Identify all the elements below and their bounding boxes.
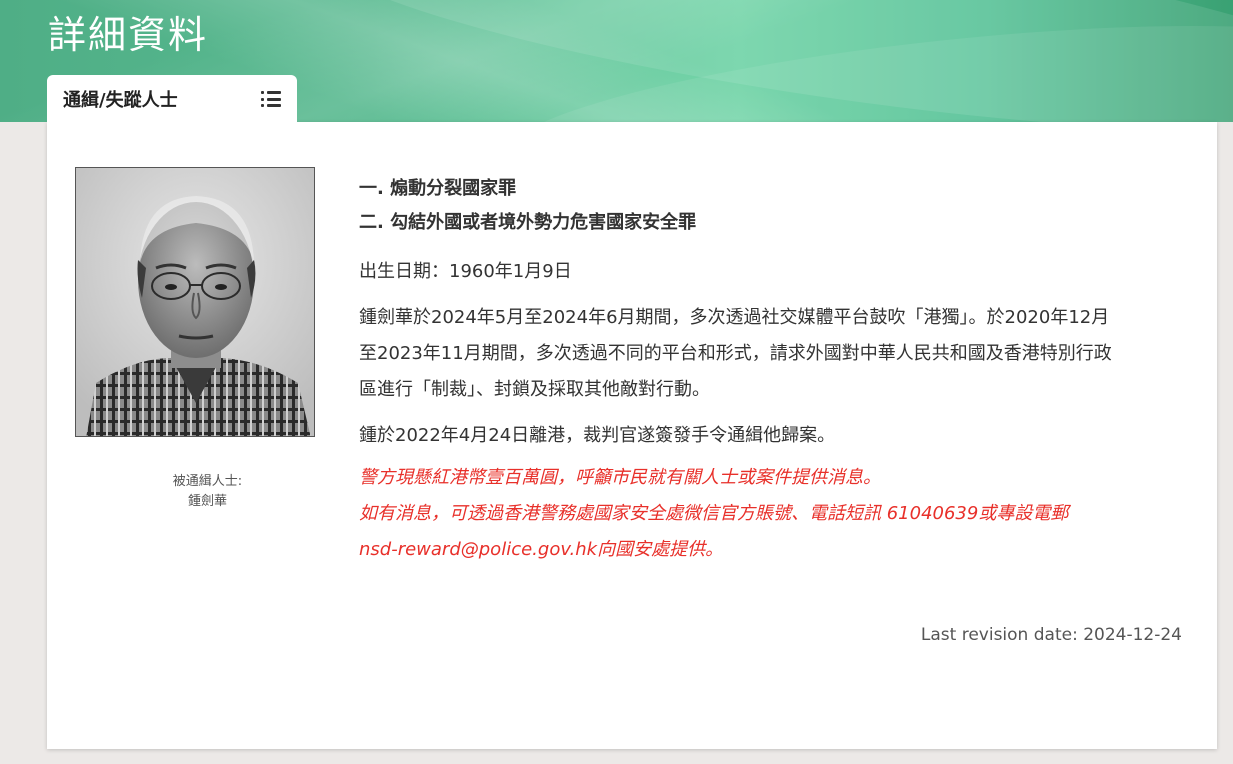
reward-line: 警方現懸紅港幣壹百萬圓，呼籲市民就有關人士或案件提供消息。 bbox=[359, 467, 881, 488]
offense-line: 鍾劍華於2024年5月至2024年6月期間，多次透過社交媒體平台鼓吹「港獨」。於… bbox=[359, 307, 1110, 328]
suspect-name: 鍾劍華 bbox=[187, 494, 227, 509]
reward-notice: 警方現懸紅港幣壹百萬圓，呼籲市民就有關人士或案件提供消息。 如有消息，可透過香港… bbox=[359, 460, 1199, 568]
page-title: 詳細資料 bbox=[48, 13, 209, 57]
photo-caption: 被通緝人士: 鍾劍華 bbox=[75, 472, 340, 512]
charge-2: 二. 勾結外國或者境外勢力危害國家安全罪 bbox=[359, 212, 697, 233]
charge-1: 一. 煽動分裂國家罪 bbox=[359, 178, 517, 199]
reward-line: nsd-reward@police.gov.hk向國安處提供。 bbox=[359, 539, 724, 560]
suspect-photo bbox=[75, 167, 315, 437]
list-icon[interactable] bbox=[261, 91, 281, 107]
date-of-birth: 出生日期：1960年1月9日 bbox=[359, 261, 572, 282]
offense-description: 鍾劍華於2024年5月至2024年6月期間，多次透過社交媒體平台鼓吹「港獨」。於… bbox=[359, 300, 1199, 408]
warrant-statement: 鍾於2022年4月24日離港，裁判官遂簽發手令通緝他歸案。 bbox=[359, 425, 836, 446]
offense-line: 至2023年11月期間，多次透過不同的平台和形式，請求外國對中華人民共和國及香港… bbox=[359, 343, 1112, 364]
reward-line: 如有消息，可透過香港警務處國家安全處微信官方賬號、電話短訊 61040639或專… bbox=[359, 503, 1069, 524]
details-content: 一. 煽動分裂國家罪 二. 勾結外國或者境外勢力危害國家安全罪 出生日期：196… bbox=[359, 172, 1199, 568]
caption-label: 被通緝人士: bbox=[172, 474, 243, 489]
tab-wanted-missing[interactable]: 通緝/失蹤人士 bbox=[47, 75, 297, 123]
last-revision-date: Last revision date: 2024-12-24 bbox=[920, 625, 1182, 645]
offense-line: 區進行「制裁」、封鎖及採取其他敵對行動。 bbox=[359, 379, 710, 400]
portrait-image bbox=[76, 168, 314, 436]
tab-label: 通緝/失蹤人士 bbox=[63, 90, 178, 111]
